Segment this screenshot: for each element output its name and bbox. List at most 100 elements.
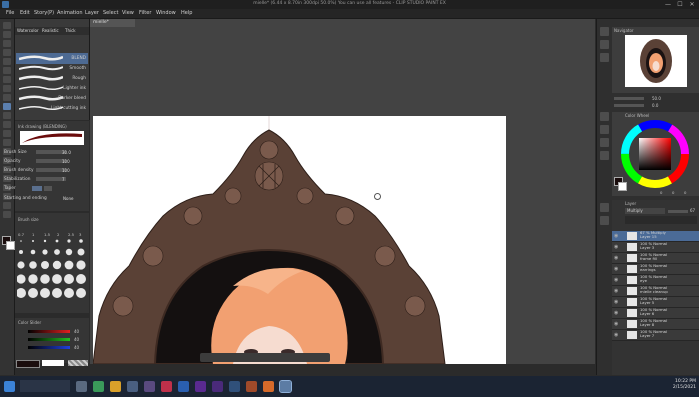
red-value[interactable]: 40	[74, 329, 79, 334]
blend-tool-icon[interactable]	[3, 139, 11, 146]
navigator-panel-icon[interactable]	[600, 27, 609, 36]
menu-view[interactable]: View	[122, 10, 134, 16]
menu-story[interactable]: Story(P)	[34, 10, 54, 16]
current-color-swatch[interactable]	[16, 360, 40, 368]
eye-icon[interactable]: ◉	[614, 288, 618, 294]
eye-icon[interactable]: ◉	[614, 266, 618, 272]
zoom-value[interactable]: 50.0	[652, 96, 661, 101]
hsv-h[interactable]: 0	[660, 190, 662, 195]
tab-thick[interactable]: Thick	[65, 28, 76, 33]
subtool-item-lighter-ink[interactable]: Lighter ink	[48, 86, 86, 91]
layer-opacity-value[interactable]: 67	[690, 208, 695, 213]
sub-view-icon[interactable]	[600, 40, 609, 49]
eye-icon[interactable]: ◉	[614, 332, 618, 338]
starting-ending-value[interactable]: None	[63, 196, 73, 201]
lasso-tool-icon[interactable]	[3, 58, 11, 65]
eyedropper-tool-icon[interactable]	[3, 76, 11, 83]
hsv-v[interactable]: 0	[684, 190, 686, 195]
sub-color-swatch[interactable]	[6, 241, 15, 250]
brush-size-presets[interactable]	[17, 238, 87, 310]
taskbar-app-icon[interactable]	[229, 381, 240, 392]
eye-icon[interactable]: ◉	[614, 233, 618, 239]
brush-tool-icon[interactable]	[3, 103, 11, 110]
eraser-tool-icon[interactable]	[3, 130, 11, 137]
eye-icon[interactable]: ◉	[614, 277, 618, 283]
info-panel-icon[interactable]	[600, 53, 609, 62]
maximize-button[interactable]: ☐	[674, 0, 686, 9]
blue-value[interactable]: 40	[74, 345, 79, 350]
menu-help[interactable]: Help	[181, 10, 192, 16]
taskview-icon[interactable]	[76, 381, 87, 392]
subtool-item-blend[interactable]: BLEND	[48, 56, 86, 61]
start-icon[interactable]	[4, 381, 15, 392]
red-slider[interactable]	[28, 330, 70, 333]
green-value[interactable]: 40	[74, 337, 79, 342]
clip-studio-icon[interactable]	[279, 380, 292, 393]
rotate-value[interactable]: 0.0	[652, 103, 658, 108]
hand-tool-icon[interactable]	[3, 31, 11, 38]
menu-file[interactable]: File	[6, 10, 14, 16]
minimize-button[interactable]: —	[662, 0, 674, 9]
layer-search-icon[interactable]	[600, 216, 609, 225]
decoration-tool-icon[interactable]	[3, 121, 11, 128]
canvas-tab[interactable]: mielle*	[90, 19, 135, 27]
explorer-icon[interactable]	[110, 381, 121, 392]
eye-icon[interactable]: ◉	[614, 310, 618, 316]
eye-icon[interactable]: ◉	[614, 255, 618, 261]
taskbar-app-icon[interactable]	[144, 381, 155, 392]
menu-edit[interactable]: Edit	[20, 10, 30, 16]
chrome-icon[interactable]	[93, 381, 104, 392]
taskbar-app-icon[interactable]	[263, 381, 274, 392]
blue-slider[interactable]	[28, 346, 70, 349]
layer-property-icon[interactable]	[600, 203, 609, 212]
photoshop-icon[interactable]	[178, 381, 189, 392]
balloon-tool-icon[interactable]	[3, 202, 11, 209]
close-button[interactable]: ✕	[686, 0, 698, 9]
subtool-item-darker-bleed[interactable]: Darker bleed	[48, 96, 86, 101]
eye-icon[interactable]: ◉	[614, 244, 618, 250]
green-slider[interactable]	[28, 338, 70, 341]
color-set-panel-icon[interactable]	[600, 125, 609, 134]
layer-toolbar[interactable]	[625, 216, 697, 224]
after-effects-icon[interactable]	[212, 381, 223, 392]
color-wheel[interactable]	[620, 119, 690, 189]
taskbar-app-icon[interactable]	[161, 381, 172, 392]
subtool-item-rough[interactable]: Rough	[48, 76, 86, 81]
transparent-swatch[interactable]	[68, 360, 88, 366]
subtool-item-smooth[interactable]: Smooth	[48, 66, 86, 71]
pencil-tool-icon[interactable]	[3, 94, 11, 101]
pen-tool-icon[interactable]	[3, 85, 11, 92]
rotate-slider[interactable]	[614, 104, 644, 107]
color-wheel-panel-icon[interactable]	[600, 112, 609, 121]
canvas-toolbar[interactable]	[200, 353, 330, 362]
taper-toggle[interactable]	[32, 186, 42, 191]
system-clock[interactable]: 10:22 PM 2/15/2021	[668, 379, 696, 391]
layer-opacity-slider[interactable]	[668, 210, 688, 213]
eye-icon[interactable]: ◉	[614, 299, 618, 305]
zoom-slider[interactable]	[614, 97, 644, 100]
menu-layer[interactable]: Layer	[85, 10, 99, 16]
menu-select[interactable]: Select	[103, 10, 118, 16]
hsv-s[interactable]: 0	[672, 190, 674, 195]
selection-tool-icon[interactable]	[3, 49, 11, 56]
tab-realistic[interactable]: Realistic	[42, 28, 59, 33]
zoom-tool-icon[interactable]	[3, 22, 11, 29]
menu-filter[interactable]: Filter	[139, 10, 151, 16]
taskbar-app-icon[interactable]	[127, 381, 138, 392]
approximate-color-icon[interactable]	[600, 151, 609, 160]
taskbar-search[interactable]	[20, 380, 70, 392]
sub-color-swatch-bar[interactable]	[42, 360, 64, 366]
airbrush-tool-icon[interactable]	[3, 112, 11, 119]
eye-icon[interactable]: ◉	[614, 321, 618, 327]
tab-watercolor[interactable]: Watercolor	[17, 28, 39, 33]
taskbar-app-icon[interactable]	[246, 381, 257, 392]
menu-animation[interactable]: Animation	[57, 10, 83, 16]
premiere-icon[interactable]	[195, 381, 206, 392]
blend-mode-select[interactable]: Multiply	[625, 208, 665, 214]
move-tool-icon[interactable]	[3, 40, 11, 47]
wand-tool-icon[interactable]	[3, 67, 11, 74]
subtool-item-light-cutting-ink[interactable]: Light cutting ink	[48, 106, 86, 111]
taper-toggle-2[interactable]	[44, 186, 52, 191]
wheel-sub-color[interactable]	[618, 182, 627, 191]
correct-line-tool-icon[interactable]	[3, 211, 11, 218]
